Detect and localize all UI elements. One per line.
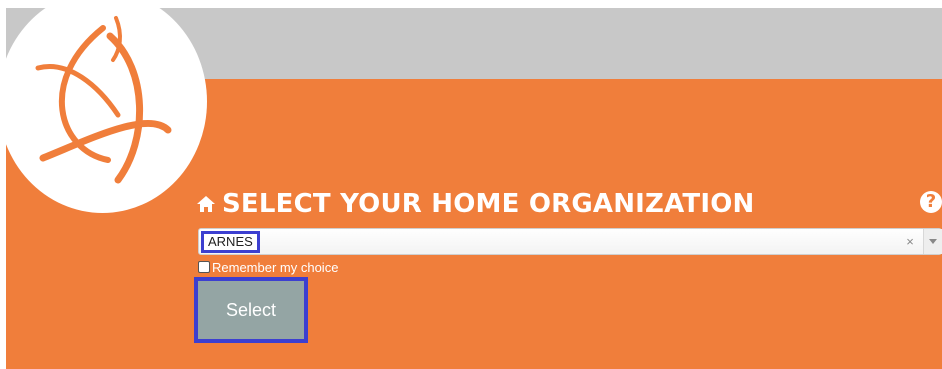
logo	[0, 0, 207, 213]
dropdown-toggle[interactable]	[923, 229, 942, 254]
remember-label: Remember my choice	[212, 259, 339, 275]
logo-mark-icon	[35, 16, 172, 184]
page-title: SELECT YOUR HOME ORGANIZATION	[196, 188, 754, 220]
clear-icon[interactable]: ×	[903, 234, 917, 250]
select-button[interactable]: Select	[194, 277, 308, 343]
organization-select[interactable]: ARNES ×	[198, 228, 942, 255]
organization-select-value[interactable]: ARNES	[201, 231, 260, 253]
remember-checkbox[interactable]	[198, 261, 210, 273]
chevron-down-icon	[929, 239, 937, 244]
home-icon	[197, 196, 215, 212]
help-icon[interactable]: ?	[920, 191, 942, 213]
page-title-text: SELECT YOUR HOME ORGANIZATION	[222, 189, 755, 219]
remember-choice[interactable]: Remember my choice	[198, 259, 338, 275]
